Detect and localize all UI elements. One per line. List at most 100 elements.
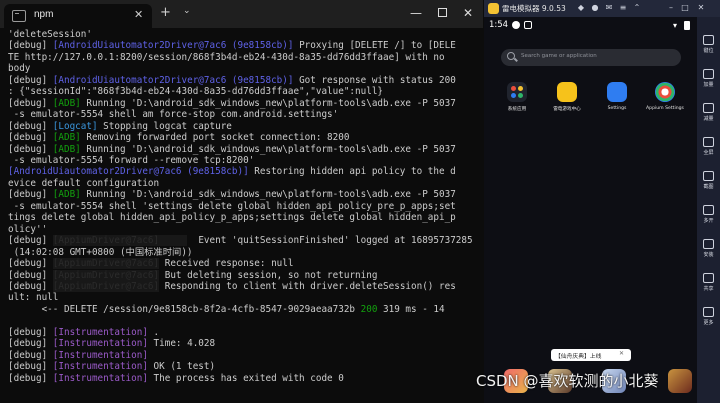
console-segment: [Instrumentation] bbox=[52, 349, 148, 361]
console-segment: [Instrumentation] bbox=[52, 326, 148, 338]
battery-icon bbox=[684, 21, 690, 30]
user-icon[interactable]: ● bbox=[590, 3, 600, 13]
console-line: [debug] [ADB] Running 'D:\android_sdk_wi… bbox=[8, 98, 473, 109]
console-line: [debug] [Instrumentation] Time: 4.028 bbox=[8, 338, 473, 349]
toolbar-label: 共享 bbox=[703, 286, 714, 292]
mail-icon[interactable]: ✉ bbox=[604, 3, 614, 13]
appium-settings-icon bbox=[655, 82, 675, 102]
console-segment: [AppiumDriver@7ac6] bbox=[52, 258, 160, 270]
emulator-minimize-icon[interactable]: – bbox=[666, 3, 676, 13]
ldplayer-logo-icon bbox=[488, 3, 499, 14]
menu-icon[interactable]: ≡ bbox=[618, 3, 628, 13]
console-line: [debug] [AppiumDriver@7ac6] Received res… bbox=[8, 258, 473, 270]
console-segment: OK (1 test) bbox=[147, 361, 216, 373]
console-segment: [debug] bbox=[8, 349, 53, 361]
console-line: [debug] [ADB] Running 'D:\android_sdk_wi… bbox=[8, 189, 473, 200]
toolbar-item[interactable]: 减量 bbox=[697, 103, 720, 122]
promo-banner[interactable]: 【仙舟庆典】上线 ✕ bbox=[551, 349, 631, 361]
search-bar[interactable]: Search game or application bbox=[501, 49, 681, 66]
toolbar-icon bbox=[703, 103, 714, 113]
terminal-icon bbox=[12, 10, 26, 22]
console-segment: The process has exited with code 0 bbox=[147, 372, 344, 384]
app-system-apps[interactable]: 系统应用 bbox=[496, 82, 538, 112]
console-segment: (14:02:08 GMT+0800 (中国标准时间)) bbox=[8, 246, 193, 258]
console-segment: Event 'quitSessionFinished' logged at 16… bbox=[187, 235, 473, 247]
tab-close-icon[interactable]: ✕ bbox=[134, 8, 143, 21]
console-segment: [Logcat] bbox=[52, 120, 98, 132]
toolbar-item[interactable]: 加量 bbox=[697, 69, 720, 88]
console-line: ult: null bbox=[8, 292, 473, 303]
console-line: [debug] [Logcat] Stopping logcat capture bbox=[8, 121, 473, 132]
toolbar-label: 键位 bbox=[703, 48, 714, 54]
toolbar-item[interactable]: 全屏 bbox=[697, 137, 720, 156]
console-segment: Responding to client with driver.deleteS… bbox=[159, 280, 456, 292]
console-line: <-- DELETE /session/9e8158cb-8f2a-4cfb-8… bbox=[8, 304, 473, 315]
gamepad-icon[interactable]: ◆ bbox=[576, 3, 586, 13]
console-line: [debug] [Instrumentation] The process ha… bbox=[8, 373, 473, 384]
close-button[interactable]: ✕ bbox=[456, 4, 480, 22]
console-segment: [ADB] bbox=[52, 189, 81, 201]
toolbar-label: 安装 bbox=[703, 252, 714, 258]
record-icon bbox=[512, 21, 520, 29]
toolbar-label: 更多 bbox=[703, 320, 714, 326]
console-segment: [Instrumentation] bbox=[52, 372, 148, 384]
maximize-icon bbox=[437, 8, 447, 17]
dock-app-4[interactable] bbox=[668, 369, 692, 393]
android-screen[interactable]: 1:54 ▾ Search game or application 系统应用 雷… bbox=[484, 17, 697, 403]
console-line: evice default configuration bbox=[8, 178, 473, 189]
console-segment: [Instrumentation] bbox=[52, 338, 148, 350]
console-segment: Stopping logcat capture bbox=[97, 120, 232, 132]
console-segment: -s emulator-5554 shell 'settings delete … bbox=[8, 200, 456, 212]
console-line: (14:02:08 GMT+0800 (中国标准时间)) bbox=[8, 247, 473, 258]
watermark: CSDN @喜欢软测的小北葵 bbox=[476, 372, 659, 390]
console-line: TE http://127.0.0.1:8200/session/868f3b4… bbox=[8, 52, 473, 63]
title-bar: npm ✕ + ⌄ — ✕ bbox=[0, 0, 483, 28]
toolbar-icon bbox=[703, 69, 714, 79]
console-line: [debug] [AppiumDriver@7ac6] But deleting… bbox=[8, 269, 473, 281]
app-settings[interactable]: Settings bbox=[596, 82, 638, 111]
console-line: [debug] [Instrumentation] bbox=[8, 350, 473, 361]
minimize-button[interactable]: — bbox=[404, 4, 428, 22]
app-label: 雷电游戏中心 bbox=[553, 107, 581, 112]
console-line: olicy'' bbox=[8, 224, 473, 235]
console-segment: Running 'D:\android_sdk_windows_new\plat… bbox=[80, 97, 456, 109]
promo-close-icon[interactable]: ✕ bbox=[619, 350, 624, 357]
maximize-button[interactable] bbox=[430, 4, 454, 22]
toolbar-item[interactable]: 更多 bbox=[697, 307, 720, 326]
app-game-center[interactable]: 雷电游戏中心 bbox=[546, 82, 588, 112]
console-segment: [debug] bbox=[8, 120, 53, 132]
console-segment: [ADB] bbox=[52, 97, 81, 109]
app-label: Appium Settings bbox=[646, 106, 684, 111]
console-segment: Running 'D:\android_sdk_windows_new\plat… bbox=[80, 189, 456, 201]
console-segment: Proxying [DELETE /] to [DELE bbox=[293, 40, 456, 52]
tab-npm[interactable]: npm ✕ bbox=[4, 4, 152, 28]
emulator-window: 雷电模拟器 9.0.53 ◆ ● ✉ ≡ ⌃ – □ ✕ 1:54 ▾ Sear… bbox=[484, 0, 720, 403]
toolbar-icon bbox=[703, 273, 714, 283]
console-segment: TE http://127.0.0.1:8200/session/868f3b4… bbox=[8, 51, 445, 63]
new-tab-button[interactable]: + bbox=[160, 5, 171, 21]
console-segment: [debug] bbox=[8, 40, 53, 52]
app-appium-settings[interactable]: Appium Settings bbox=[644, 82, 686, 111]
pin-icon[interactable]: ⌃ bbox=[632, 3, 642, 13]
emulator-maximize-icon[interactable]: □ bbox=[680, 3, 690, 13]
toolbar-item[interactable]: 键位 bbox=[697, 35, 720, 54]
console-line: body bbox=[8, 63, 473, 74]
console-segment: -s emulator-5554 shell am force-stop com… bbox=[8, 109, 339, 121]
console-segment: tings delete global hidden_api_policy_p_… bbox=[8, 212, 456, 224]
chevron-down-icon[interactable]: ⌄ bbox=[183, 6, 191, 16]
search-icon bbox=[507, 52, 515, 60]
console-segment: Got response with status 200 bbox=[293, 74, 456, 86]
toolbar-item[interactable]: 共享 bbox=[697, 273, 720, 292]
console-segment: [debug] bbox=[8, 280, 53, 292]
console-segment: <-- DELETE /session/9e8158cb-8f2a-4cfb-8… bbox=[8, 303, 361, 315]
emulator-close-icon[interactable]: ✕ bbox=[696, 3, 706, 13]
toolbar-item[interactable]: 截图 bbox=[697, 171, 720, 190]
system-apps-icon bbox=[507, 82, 527, 102]
console-segment: [debug] bbox=[8, 258, 53, 270]
console-segment: [debug] bbox=[8, 361, 53, 373]
console-output[interactable]: 'deleteSession' [debug] [AndroidUiautomat… bbox=[8, 29, 473, 401]
toolbar-item[interactable]: 多开 bbox=[697, 205, 720, 224]
toolbar-item[interactable]: 安装 bbox=[697, 239, 720, 258]
toolbar-icon bbox=[703, 307, 714, 317]
console-segment: [debug] bbox=[8, 132, 53, 144]
